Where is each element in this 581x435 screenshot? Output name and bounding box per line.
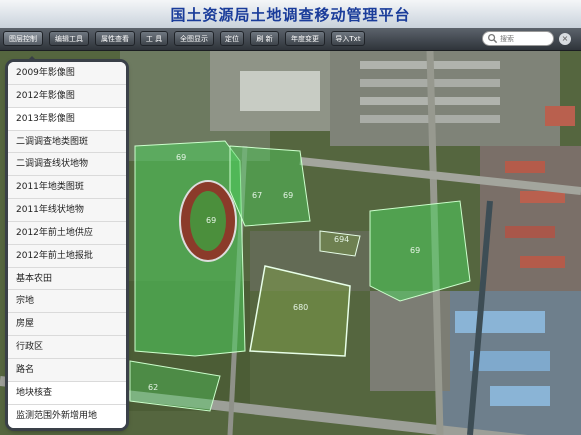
- layer-control-button[interactable]: 图层控制: [3, 31, 43, 46]
- layer-item-pre2012-land-approval[interactable]: 2012年前土地报批: [8, 244, 126, 268]
- layer-item-new-land-outside-monitoring[interactable]: 监测范围外新增用地: [8, 404, 126, 428]
- search-input[interactable]: [500, 32, 550, 45]
- full-extent-button[interactable]: 全图显示: [174, 31, 214, 46]
- toolbar: 图层控制 编辑工具 属性查看 工 具 全图显示 定位 刷 新 年度变更 导入Tx…: [0, 28, 581, 51]
- tools-button[interactable]: 工 具: [140, 31, 168, 46]
- layer-item-2012-imagery[interactable]: 2012年影像图: [8, 84, 126, 108]
- import-txt-button[interactable]: 导入Txt: [331, 31, 365, 46]
- app-title: 国土资源局土地调查移动管理平台: [170, 6, 411, 24]
- layer-item-road-names[interactable]: 路名: [8, 358, 126, 382]
- layer-item-basic-farmland[interactable]: 基本农田: [8, 267, 126, 291]
- parcel-label: 69: [176, 153, 187, 162]
- parcel-label: 67: [252, 191, 263, 200]
- parcel-label: 69: [206, 216, 217, 225]
- layer-item-2013-imagery[interactable]: 2013年影像图: [8, 107, 126, 131]
- layer-item-survey-land-parcels[interactable]: 二调调查地类图斑: [8, 130, 126, 154]
- layer-item-pre2012-land-supply[interactable]: 2012年前土地供应: [8, 221, 126, 245]
- parcel-label: 69: [410, 246, 421, 255]
- refresh-button[interactable]: 刷 新: [250, 31, 279, 46]
- locate-button[interactable]: 定位: [220, 31, 244, 46]
- parcel-label: 62: [148, 383, 159, 392]
- layer-item-survey-linear-features[interactable]: 二调调查线状地物: [8, 153, 126, 177]
- attribute-view-button[interactable]: 属性查看: [95, 31, 135, 46]
- edit-tools-button[interactable]: 编辑工具: [49, 31, 89, 46]
- layer-menu: 2009年影像图 2012年影像图 2013年影像图 二调调查地类图斑 二调调查…: [8, 62, 126, 428]
- layer-item-admin-districts[interactable]: 行政区: [8, 336, 126, 359]
- search-box[interactable]: [482, 31, 554, 46]
- title-bar: 国土资源局土地调查移动管理平台: [0, 0, 581, 29]
- parcel-label: 680: [293, 303, 309, 312]
- layer-item-2009-imagery[interactable]: 2009年影像图: [8, 62, 126, 85]
- search-clear-icon[interactable]: ×: [559, 33, 571, 45]
- layer-item-buildings[interactable]: 房屋: [8, 313, 126, 337]
- parcel-label: 694: [334, 235, 350, 244]
- layer-item-2011-linear-features[interactable]: 2011年线状地物: [8, 199, 126, 222]
- layer-item-land-lots[interactable]: 宗地: [8, 290, 126, 314]
- layer-item-parcel-verification[interactable]: 地块核查: [8, 381, 126, 405]
- layer-item-2011-land-parcels[interactable]: 2011年地类图斑: [8, 176, 126, 200]
- annual-change-button[interactable]: 年度变更: [285, 31, 325, 46]
- parcel-label: 69: [283, 191, 294, 200]
- search-icon: [488, 34, 498, 44]
